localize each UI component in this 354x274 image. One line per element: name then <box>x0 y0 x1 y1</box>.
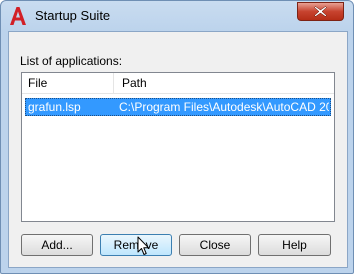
close-icon <box>314 6 327 17</box>
column-divider[interactable] <box>113 73 114 93</box>
startup-suite-dialog: Startup Suite List of applications: File… <box>0 0 354 274</box>
list-item-file: grafun.lsp <box>28 100 81 114</box>
title-bar[interactable]: Startup Suite <box>1 1 353 31</box>
add-button[interactable]: Add... <box>21 234 93 256</box>
mouse-pointer-icon <box>137 236 149 255</box>
window-close-button[interactable] <box>297 2 344 21</box>
list-caption: List of applications: <box>20 54 123 68</box>
close-button[interactable]: Close <box>179 234 251 256</box>
column-header-file[interactable]: File <box>28 76 47 90</box>
window-title: Startup Suite <box>35 8 111 23</box>
remove-button[interactable]: Remove <box>100 234 172 256</box>
list-item[interactable]: grafun.lsp C:\Program Files\Autodesk\Aut… <box>25 98 331 116</box>
list-item-path: C:\Program Files\Autodesk\AutoCAD 2015\ <box>119 100 329 114</box>
list-header: File Path <box>22 73 334 94</box>
applications-list[interactable]: File Path grafun.lsp C:\Program Files\Au… <box>21 72 335 222</box>
autocad-logo-icon <box>10 7 26 25</box>
column-header-path[interactable]: Path <box>122 76 147 90</box>
dialog-content: List of applications: File Path grafun.l… <box>8 31 348 268</box>
help-button[interactable]: Help <box>258 234 331 256</box>
